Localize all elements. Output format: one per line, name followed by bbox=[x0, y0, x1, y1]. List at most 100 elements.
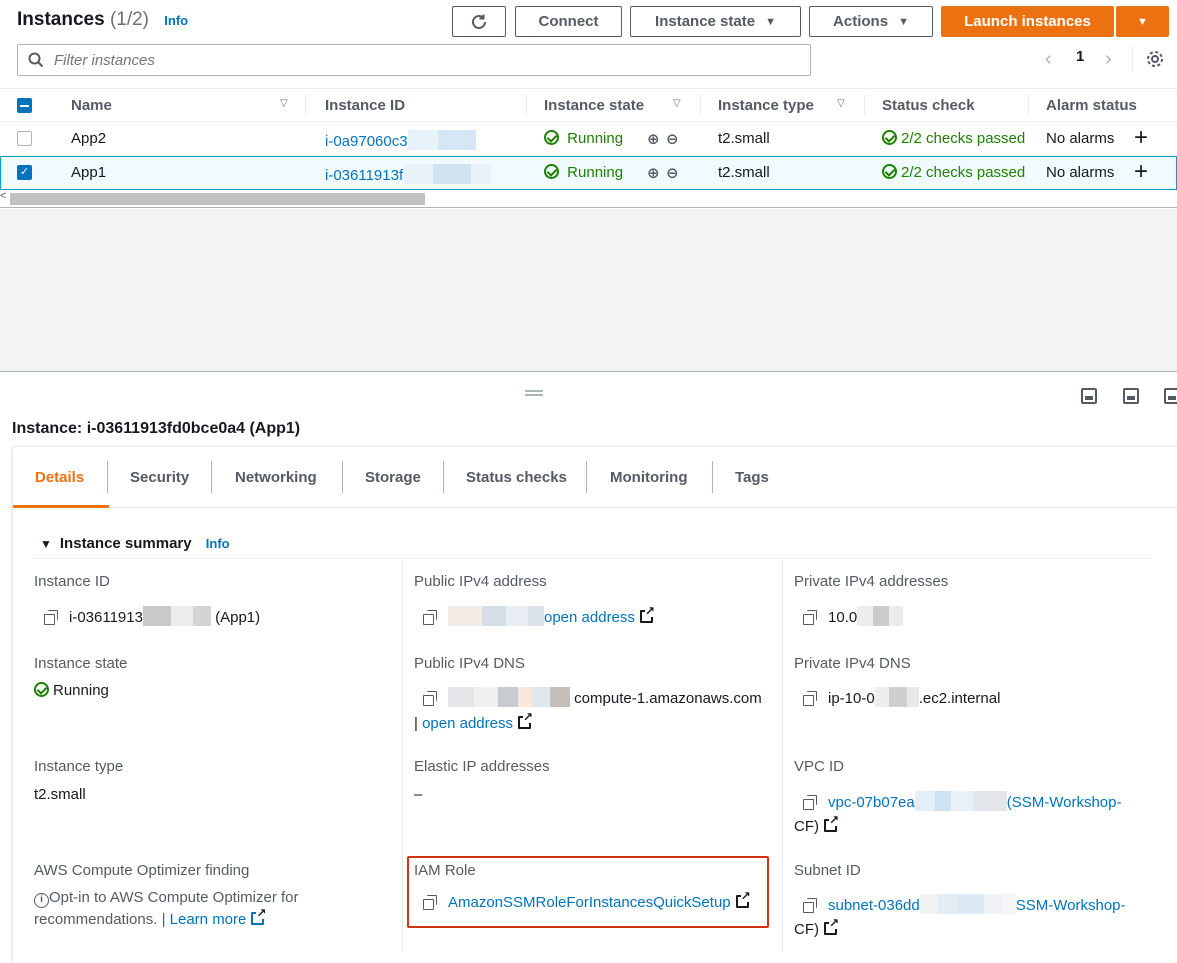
external-link-icon bbox=[251, 907, 267, 925]
panel-full-icon[interactable] bbox=[1164, 388, 1177, 404]
detail-tabs: Details Security Networking Storage Stat… bbox=[13, 447, 1177, 508]
select-all-checkbox[interactable] bbox=[17, 98, 32, 113]
status-check: 2/2 checks passed bbox=[882, 164, 1025, 181]
check-circle-icon bbox=[34, 682, 49, 697]
horizontal-scrollbar[interactable]: < bbox=[0, 190, 1177, 208]
scrollbar-thumb[interactable] bbox=[10, 193, 425, 205]
subnet-id-link-2[interactable]: CF) bbox=[794, 917, 839, 938]
copy-icon[interactable] bbox=[803, 898, 817, 913]
vpc-id-link-2[interactable]: CF) bbox=[794, 814, 839, 835]
external-link-icon bbox=[639, 605, 655, 623]
section-divider bbox=[33, 558, 1151, 559]
table-row[interactable]: ✓ App1 i-03611913f Running ⊕ ⊖ t2.small … bbox=[0, 156, 1177, 190]
instance-detail-title: Instance: i-03611913fd0bce0a4 (App1) bbox=[12, 420, 301, 437]
tab-storage[interactable]: Storage bbox=[365, 469, 421, 486]
instance-state-label: Instance state bbox=[34, 655, 128, 672]
copy-icon[interactable] bbox=[423, 610, 437, 625]
settings-gear-icon[interactable] bbox=[1145, 49, 1165, 73]
table-row[interactable]: App2 i-0a97060c3 Running ⊕ ⊖ t2.small 2/… bbox=[0, 122, 1177, 156]
sort-icon[interactable]: ▽ bbox=[673, 98, 681, 109]
tab-security[interactable]: Security bbox=[130, 469, 189, 486]
info-circle-icon: i bbox=[34, 893, 49, 908]
refresh-button[interactable] bbox=[452, 6, 506, 37]
caret-down-icon: ▼ bbox=[1137, 15, 1148, 28]
check-circle-icon bbox=[882, 130, 897, 145]
copy-icon[interactable] bbox=[423, 691, 437, 706]
info-link[interactable]: Info bbox=[206, 536, 230, 551]
launch-instances-button[interactable]: Launch instances bbox=[941, 6, 1114, 37]
next-page-icon[interactable]: › bbox=[1105, 48, 1112, 71]
status-text: 2/2 checks passed bbox=[901, 130, 1026, 147]
search-input[interactable] bbox=[54, 51, 754, 69]
column-status-check[interactable]: Status check bbox=[882, 97, 975, 114]
add-alarm-icon[interactable]: + bbox=[1134, 125, 1148, 151]
vpc-id-prefix: vpc-07b07ea bbox=[828, 794, 915, 811]
zoom-out-icon[interactable]: ⊖ bbox=[666, 130, 679, 148]
info-link[interactable]: Info bbox=[164, 13, 188, 28]
pager-divider bbox=[1132, 46, 1133, 72]
refresh-icon bbox=[472, 14, 486, 29]
column-alarm-status[interactable]: Alarm status bbox=[1046, 97, 1137, 114]
column-instance-type[interactable]: Instance type bbox=[718, 97, 814, 114]
tab-monitoring[interactable]: Monitoring bbox=[610, 469, 687, 486]
vpc-id-suffix-2: CF) bbox=[794, 818, 819, 835]
panel-bottom-icon[interactable] bbox=[1081, 388, 1097, 404]
column-instance-state[interactable]: Instance state bbox=[544, 97, 644, 114]
learn-more-link[interactable]: Learn more bbox=[170, 907, 267, 928]
tab-divider bbox=[586, 461, 587, 493]
prev-page-icon[interactable]: ‹ bbox=[1045, 48, 1052, 71]
column-instance-id[interactable]: Instance ID bbox=[325, 97, 405, 114]
actions-button[interactable]: Actions ▼ bbox=[809, 6, 933, 37]
tab-tags[interactable]: Tags bbox=[735, 469, 769, 486]
copy-icon[interactable] bbox=[803, 610, 817, 625]
launch-dropdown-button[interactable]: ▼ bbox=[1116, 6, 1169, 37]
copy-icon[interactable] bbox=[423, 895, 437, 910]
scroll-left-icon[interactable]: < bbox=[0, 190, 6, 202]
copy-icon[interactable] bbox=[803, 691, 817, 706]
connect-button[interactable]: Connect bbox=[515, 6, 622, 37]
open-address-link[interactable]: open address bbox=[544, 605, 655, 626]
open-address-text: open address bbox=[544, 609, 635, 626]
zoom-in-icon[interactable]: ⊕ bbox=[647, 130, 660, 148]
external-link-icon bbox=[824, 814, 839, 832]
open-address-text: open address bbox=[422, 715, 513, 732]
zoom-out-icon[interactable]: ⊖ bbox=[666, 164, 679, 182]
caret-down-icon: ▼ bbox=[765, 15, 776, 28]
private-dns-label: Private IPv4 DNS bbox=[794, 655, 911, 672]
copy-icon[interactable] bbox=[803, 795, 817, 810]
column-divider bbox=[402, 560, 403, 952]
tab-details[interactable]: Details bbox=[35, 469, 84, 486]
row-checkbox[interactable]: ✓ bbox=[17, 165, 32, 180]
add-alarm-icon[interactable]: + bbox=[1134, 159, 1148, 185]
instance-type: t2.small bbox=[718, 164, 770, 181]
column-name[interactable]: Name bbox=[71, 97, 112, 114]
tab-status-checks[interactable]: Status checks bbox=[466, 469, 567, 486]
instance-id-link[interactable]: i-0a97060c3 bbox=[325, 130, 476, 150]
row-checkbox[interactable] bbox=[17, 131, 32, 146]
column-divider bbox=[305, 95, 306, 115]
elastic-ip-value: – bbox=[414, 786, 423, 803]
subnet-id-value: subnet-036dd SSM-Workshop- bbox=[803, 894, 1126, 914]
panel-side-icon[interactable] bbox=[1123, 388, 1139, 404]
resize-handle-icon[interactable] bbox=[525, 390, 543, 396]
instance-state-label: Instance state bbox=[655, 13, 756, 30]
open-address-link[interactable]: open address bbox=[422, 711, 533, 732]
collapse-caret-icon[interactable]: ▼ bbox=[40, 537, 52, 551]
instance-state-button[interactable]: Instance state ▼ bbox=[630, 6, 801, 37]
instance-summary-header[interactable]: ▼ Instance summary Info bbox=[40, 535, 230, 552]
tab-networking[interactable]: Networking bbox=[235, 469, 317, 486]
instance-name: App2 bbox=[71, 130, 107, 147]
copy-icon[interactable] bbox=[44, 610, 58, 625]
filter-instances-field[interactable] bbox=[17, 44, 811, 76]
vpc-id-link[interactable]: vpc-07b07ea (SSM-Workshop- bbox=[828, 791, 1121, 811]
zoom-in-icon[interactable]: ⊕ bbox=[647, 164, 660, 182]
sort-icon[interactable]: ▽ bbox=[837, 98, 845, 109]
instance-type: t2.small bbox=[718, 130, 770, 147]
column-divider bbox=[700, 95, 701, 115]
sort-icon[interactable]: ▽ bbox=[280, 98, 288, 109]
page-number[interactable]: 1 bbox=[1076, 48, 1084, 65]
iam-role-link[interactable]: AmazonSSMRoleForInstancesQuickSetup bbox=[448, 890, 751, 911]
search-icon bbox=[28, 52, 44, 68]
instance-id-link[interactable]: i-03611913f bbox=[325, 164, 492, 184]
subnet-id-link[interactable]: subnet-036dd SSM-Workshop- bbox=[828, 894, 1126, 914]
